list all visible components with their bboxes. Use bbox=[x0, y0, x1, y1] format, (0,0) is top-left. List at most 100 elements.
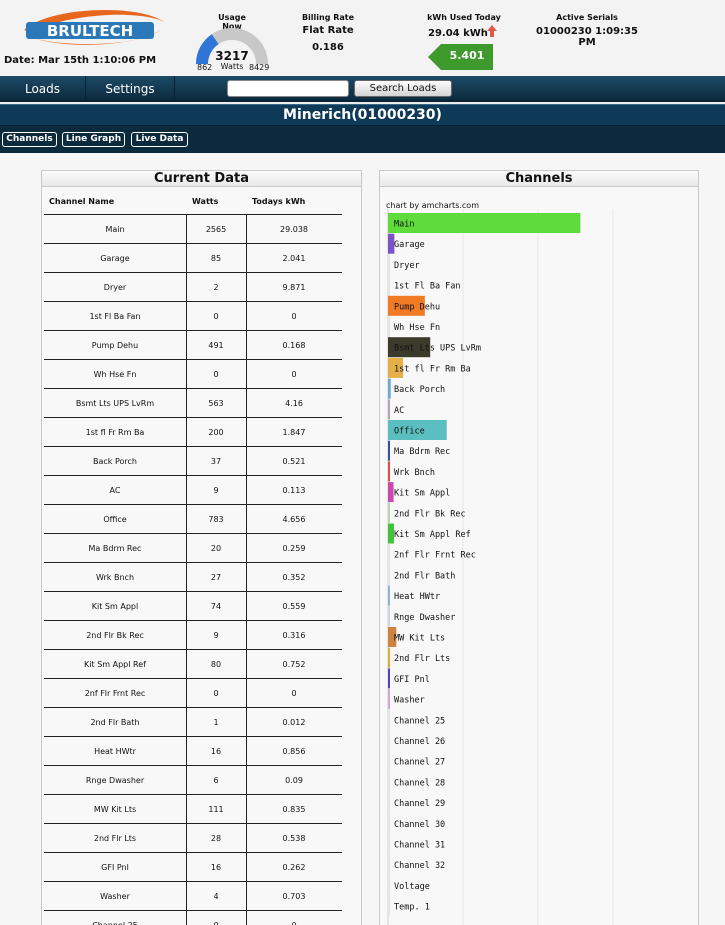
bar-label: Channel 26 bbox=[394, 737, 445, 747]
column-divider bbox=[186, 708, 187, 736]
bar-label: 2nd Flr Lts bbox=[394, 654, 450, 664]
kwh-cell: 0.752 bbox=[282, 660, 306, 669]
column-divider bbox=[246, 360, 247, 388]
bar-label: 1st fl Fr Rm Ba bbox=[394, 364, 471, 374]
table-row: Heat HWtr 16 0.856 bbox=[44, 737, 342, 766]
column-divider bbox=[246, 621, 247, 649]
channel-name-cell: 2nd Flr Bath bbox=[90, 718, 140, 727]
chart-bar bbox=[388, 254, 390, 275]
chart-bar bbox=[388, 834, 390, 854]
col-header-watts: Watts bbox=[192, 197, 219, 206]
page-title: Minerich(01000230) bbox=[283, 107, 442, 123]
usage-max: 8429 bbox=[249, 63, 270, 72]
content-area: Current Data Channel Name Watts Todays k… bbox=[0, 153, 725, 925]
kwh-cell: 0 bbox=[246, 921, 342, 925]
watts-cell: 0 bbox=[213, 370, 219, 379]
table-row: Dryer 2 9.871 bbox=[44, 273, 342, 302]
sub-nav: Channels Line Graph Live Data bbox=[0, 126, 725, 153]
col-header-kwh: Todays kWh bbox=[252, 197, 306, 206]
kwh-cell: 0 bbox=[291, 312, 297, 321]
table-row: 2nf Flr Frnt Rec 0 0 bbox=[44, 679, 342, 708]
current-data-title: Current Data bbox=[42, 171, 361, 187]
watts-cell: 0 bbox=[186, 921, 246, 925]
nav-loads[interactable]: Loads bbox=[0, 76, 86, 102]
bar-label: Channel 29 bbox=[394, 799, 445, 809]
bar-label: Temp. 1 bbox=[394, 903, 430, 913]
kwh-cell: 0.835 bbox=[282, 805, 306, 814]
watts-cell: 85 bbox=[210, 254, 222, 263]
bar-label: Main bbox=[394, 220, 414, 230]
column-divider bbox=[186, 534, 187, 562]
search-loads-button[interactable]: Search Loads bbox=[354, 80, 452, 97]
column-divider bbox=[246, 592, 247, 620]
column-divider bbox=[246, 766, 247, 794]
table-row: 1st Fl Ba Fan 0 0 bbox=[44, 302, 342, 331]
billing-rate: 0.186 bbox=[312, 42, 344, 53]
bar-label: Rnge Dwasher bbox=[394, 613, 455, 623]
chart-bar bbox=[388, 461, 391, 482]
column-divider bbox=[186, 853, 187, 881]
kwh-cell: 0.168 bbox=[282, 341, 306, 350]
billing-type: Flat Rate bbox=[302, 25, 354, 36]
bar-label: 2nd Flr Bath bbox=[394, 571, 455, 581]
bar-label: Pump Dehu bbox=[394, 302, 440, 312]
line-graph-button[interactable]: Line Graph bbox=[62, 132, 125, 147]
column-divider bbox=[186, 215, 187, 243]
bar-label: Channel 30 bbox=[394, 820, 445, 830]
watts-cell: 111 bbox=[208, 805, 224, 814]
bar-label: GFI Pnl bbox=[394, 675, 430, 685]
kwh-cell: 4.656 bbox=[282, 515, 306, 524]
chart-bar bbox=[388, 875, 390, 896]
up-arrow-icon bbox=[487, 25, 497, 37]
chart-bar bbox=[388, 275, 390, 296]
billing-title: Billing Rate bbox=[301, 13, 355, 22]
chart-bar bbox=[388, 564, 390, 585]
watts-cell: 80 bbox=[210, 660, 222, 669]
bar-label: MW Kit Lts bbox=[394, 634, 445, 644]
nav-settings[interactable]: Settings bbox=[86, 76, 175, 102]
channel-name-cell: MW Kit Lts bbox=[93, 805, 137, 814]
column-divider bbox=[246, 882, 247, 910]
live-data-button[interactable]: Live Data bbox=[131, 132, 188, 147]
bar-label: Channel 27 bbox=[394, 758, 445, 768]
watts-cell: 37 bbox=[210, 457, 222, 466]
column-divider bbox=[246, 447, 247, 475]
column-divider bbox=[186, 563, 187, 591]
chart-bar bbox=[388, 606, 390, 627]
watts-cell: 491 bbox=[208, 341, 224, 350]
watts-cell: 9 bbox=[213, 631, 219, 640]
bar-label: Back Porch bbox=[394, 385, 445, 395]
bar-label: Garage bbox=[394, 240, 425, 250]
column-divider bbox=[186, 418, 187, 446]
column-divider bbox=[246, 824, 247, 852]
watts-cell: 27 bbox=[210, 573, 222, 582]
table-row: Pump Dehu 491 0.168 bbox=[44, 331, 342, 360]
chart-bar bbox=[388, 316, 390, 337]
table-row: GFI Pnl 16 0.262 bbox=[44, 853, 342, 882]
channels-button[interactable]: Channels bbox=[2, 132, 57, 147]
channel-name-cell: 2nf Flr Frnt Rec bbox=[84, 689, 146, 698]
column-divider bbox=[186, 650, 187, 678]
table-row: 1st fl Fr Rm Ba 200 1.847 bbox=[44, 418, 342, 447]
column-divider bbox=[246, 679, 247, 707]
channel-name-cell: Washer bbox=[100, 892, 130, 901]
column-divider bbox=[186, 911, 187, 925]
table-row: Office 783 4.656 bbox=[44, 505, 342, 534]
column-divider bbox=[246, 476, 247, 504]
table-row: Bsmt Lts UPS LvRm 563 4.16 bbox=[44, 389, 342, 418]
channel-name-cell: Channel 25 bbox=[44, 921, 186, 925]
column-divider bbox=[246, 708, 247, 736]
channel-name-cell: Heat HWtr bbox=[94, 747, 136, 756]
table-row: Garage 85 2.041 bbox=[44, 244, 342, 273]
channel-name-cell: Main bbox=[105, 225, 125, 234]
kwh-cell: 0.856 bbox=[282, 747, 306, 756]
column-divider bbox=[246, 911, 247, 925]
bar-label: Washer bbox=[394, 696, 425, 706]
table-row: Ma Bdrm Rec 20 0.259 bbox=[44, 534, 342, 563]
brultech-logo: BRULTECH bbox=[24, 10, 164, 45]
table-row: Channel 2500 bbox=[44, 911, 342, 925]
watts-cell: 1 bbox=[213, 718, 219, 727]
watts-cell: 0 bbox=[213, 689, 219, 698]
bar-label: Kit Sm Appl Ref bbox=[394, 530, 471, 540]
search-input[interactable] bbox=[227, 80, 349, 97]
